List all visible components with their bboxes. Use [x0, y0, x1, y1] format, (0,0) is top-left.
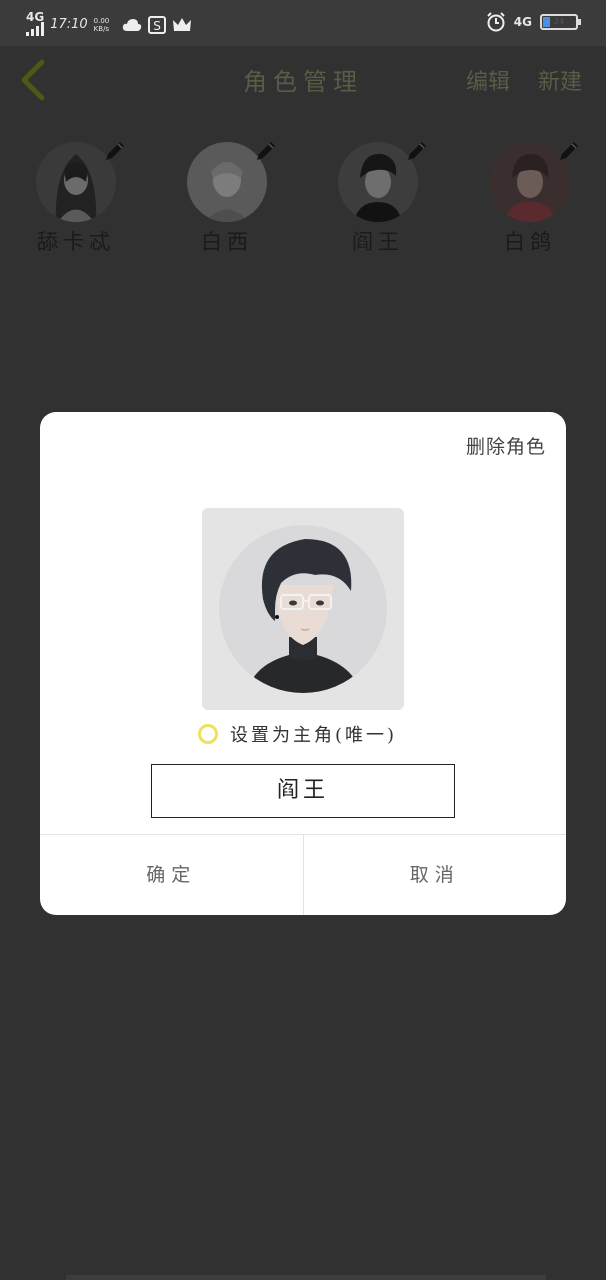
status-bar: 4G 17:10 0.00 KB/s S 4G 24: [0, 0, 606, 46]
app-header: 角色管理 编辑 新建: [0, 46, 606, 112]
battery-icon: 24: [540, 14, 581, 30]
set-main-role-label: 设置为主角(唯一): [230, 725, 398, 746]
page-title: 角色管理: [243, 68, 363, 96]
portrait-picker[interactable]: [202, 508, 404, 710]
network-speed: 0.00 KB/s: [93, 16, 110, 33]
network-type: 4G: [26, 10, 45, 24]
alarm-icon: [487, 12, 505, 32]
crown-icon: [172, 17, 191, 31]
edit-pen-icon[interactable]: [556, 138, 582, 164]
role-name: 白鸽: [504, 230, 556, 254]
signal-icon: [26, 22, 44, 36]
edit-role-dialog: 删除角色 设置为主角(唯一) 阎王 确定 取消: [40, 412, 566, 915]
new-button[interactable]: 新建: [538, 64, 582, 96]
role-name-input[interactable]: 阎王: [151, 764, 455, 818]
battery-level: 24: [553, 17, 565, 26]
edit-button[interactable]: 编辑: [466, 64, 510, 96]
cloud-icon: [122, 18, 141, 31]
radio-button[interactable]: [198, 724, 218, 744]
dialog-footer: 确定 取消: [40, 834, 566, 915]
svg-text:S: S: [153, 19, 161, 33]
cancel-button[interactable]: 取消: [304, 835, 567, 915]
delete-role-button[interactable]: 删除角色: [466, 432, 546, 459]
role-list: 舔卡忒 白西 阎王 白鸽: [0, 138, 606, 258]
network-type-right: 4G: [513, 15, 532, 29]
set-main-role-option[interactable]: 设置为主角(唯一): [198, 720, 397, 748]
role-portrait: [219, 525, 387, 693]
role-name: 白西: [201, 230, 253, 254]
network-indicator: 4G: [26, 10, 45, 37]
bottom-edge-bar: [66, 1275, 546, 1280]
role-name: 舔卡忒: [37, 230, 115, 254]
edit-pen-icon[interactable]: [253, 138, 279, 164]
confirm-button[interactable]: 确定: [40, 835, 303, 915]
edit-pen-icon[interactable]: [102, 138, 128, 164]
edit-pen-icon[interactable]: [404, 138, 430, 164]
role-name: 阎王: [352, 230, 404, 254]
clock: 17:10: [50, 17, 88, 32]
app-icon: S: [147, 15, 166, 34]
